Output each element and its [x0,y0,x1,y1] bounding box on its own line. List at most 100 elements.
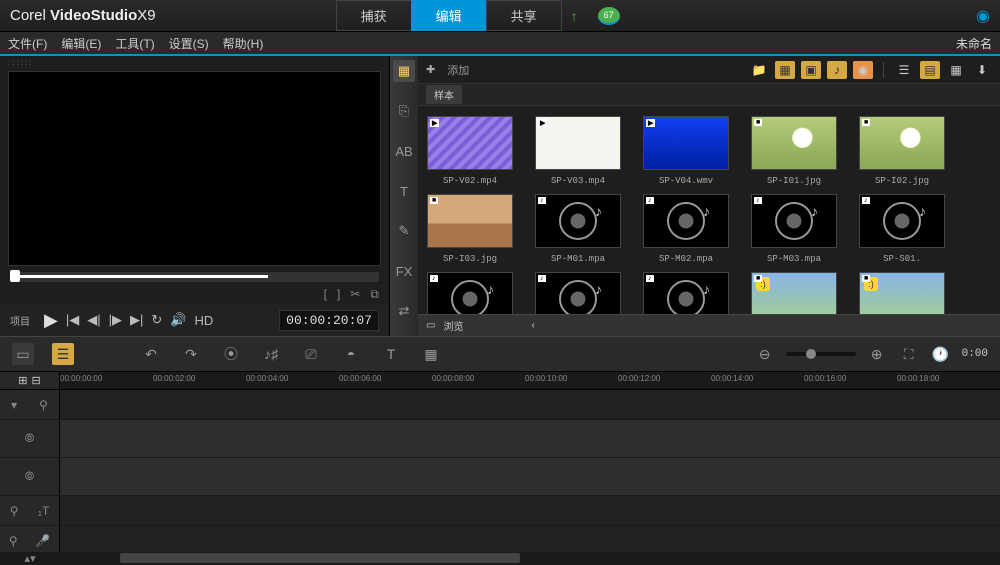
vtab-swap[interactable]: ⇄ [393,300,415,322]
upload-icon[interactable]: ↑ [571,8,578,24]
vtab-fx[interactable]: FX [393,260,415,282]
fit-icon[interactable]: ⛶ [898,343,920,365]
title-bar: Corel VideoStudioX9 捕获 编辑 共享 ↑ 67 ◉ [0,0,1000,32]
record-icon[interactable]: ⦿ [220,343,242,365]
overlay-track[interactable]: ⦾ [0,458,1000,496]
play-icon[interactable]: ▶ [44,310,58,331]
library-item[interactable]: ♪ [642,272,730,314]
snapshot-icon[interactable]: ⧉ [370,287,379,302]
menu-tools[interactable]: 工具(T) [115,35,154,52]
preview-timecode[interactable]: 00:00:20:07 [279,310,379,331]
zoom-slider[interactable] [786,352,856,356]
tab-edit[interactable]: 编辑 [411,0,487,31]
library-item[interactable]: ■SP-I03.jpg [426,194,514,264]
collapse-tracks-icon[interactable]: ▴▾ [0,552,60,564]
thumbnail: ♪ [427,272,513,314]
end-icon[interactable]: ▶| [130,312,143,328]
library-item[interactable]: ♪SP-S01. [858,194,946,264]
vtab-ab[interactable]: AB [393,140,415,162]
library-item[interactable]: ■ [750,272,838,314]
add-label[interactable]: 添加 [447,62,469,78]
browse-label[interactable]: 浏览 [443,318,463,333]
ruler-mode1-icon[interactable]: ⊞ [18,374,27,387]
ruler-mode2-icon[interactable]: ⊟ [32,374,41,387]
zoom-in-icon[interactable]: ⊕ [866,343,888,365]
zoom-out-icon[interactable]: ⊖ [754,343,776,365]
preview-video[interactable] [8,71,381,266]
preview-scrubber[interactable] [10,272,379,282]
voice-track[interactable]: ⚲🎤 [0,526,1000,552]
subtitle-icon[interactable]: T [380,343,402,365]
hd-label[interactable]: HD [194,313,213,328]
globe-icon[interactable]: ◉ [976,6,990,26]
preview-mode-label[interactable]: 项目 [10,313,30,328]
vtab-instant[interactable]: ⎘ [393,100,415,122]
audio-mixer-icon[interactable]: ♪♯ [260,343,282,365]
auto-music-icon[interactable]: ⎚ [300,343,322,365]
video-track[interactable]: ⦾ [0,420,1000,458]
media-type-tag: ■ [862,119,870,126]
storyboard-view-icon[interactable]: ▭ [12,343,34,365]
filter-disc-icon[interactable]: ◉ [853,61,873,79]
mark-in-icon[interactable]: [ [324,287,327,301]
library-item[interactable]: ♪SP-M01.mpa [534,194,622,264]
mark-out-icon[interactable]: ] [337,287,340,301]
sort-icon[interactable]: ☰ [894,61,914,79]
library-item[interactable]: ♪SP-M02.mpa [642,194,730,264]
library-item[interactable]: ▶SP-V02.mp4 [426,116,514,186]
library-item[interactable]: ▶SP-V04.wmv [642,116,730,186]
volume-icon[interactable]: 🔊 [170,312,186,328]
undo-icon[interactable]: ↶ [140,343,162,365]
collapse-icon[interactable]: ‹ [531,320,534,331]
library-item[interactable]: ♪ [426,272,514,314]
library-item[interactable]: ♪ [534,272,622,314]
library-item[interactable]: ♪SP-M03.mpa [750,194,838,264]
menu-file[interactable]: 文件(F) [8,35,47,52]
filter-image-icon[interactable]: ▣ [801,61,821,79]
thumbnail: ▶ [643,116,729,170]
folder-icon[interactable]: 📁 [749,61,769,79]
options-icon[interactable]: ▭ [426,320,435,331]
track-expand[interactable]: ▾⚲ [0,390,1000,420]
library-item[interactable]: ■ [858,272,946,314]
media-type-tag: ■ [862,275,870,282]
expand-tracks-icon[interactable]: ▾ [11,398,17,412]
filter-video-icon[interactable]: ▦ [775,61,795,79]
home-icon[interactable]: |◀ [66,312,79,328]
preview-grip[interactable]: :::::: [0,56,389,69]
cut-icon[interactable]: ✂ [350,287,360,301]
vtab-media[interactable]: ▦ [393,60,415,82]
ruler-tick: 00:00:02:00 [153,374,195,383]
vtab-path[interactable]: ✎ [393,220,415,242]
repeat-icon[interactable]: ↻ [151,312,162,328]
timeline-view-icon[interactable]: ☰ [52,343,74,365]
menu-help[interactable]: 帮助(H) [223,35,264,52]
library-item[interactable]: ■SP-I01.jpg [750,116,838,186]
library-item[interactable]: ■SP-I02.jpg [858,116,946,186]
vtab-title[interactable]: T [393,180,415,202]
tab-share[interactable]: 共享 [486,0,562,31]
library-item[interactable]: ▶SP-V03.mp4 [534,116,622,186]
menu-edit[interactable]: 编辑(E) [61,35,101,52]
track-motion-icon[interactable]: ◓ [340,343,362,365]
redo-icon[interactable]: ↷ [180,343,202,365]
next-frame-icon[interactable]: |▶ [109,312,122,328]
ruler-gutter[interactable]: ⊞ ⊟ [0,372,60,389]
tab-capture[interactable]: 捕获 [336,0,412,31]
prev-frame-icon[interactable]: ◀| [87,312,100,328]
menu-settings[interactable]: 设置(S) [169,35,209,52]
import-icon[interactable]: ⬇ [972,61,992,79]
view-thumb-icon[interactable]: ▦ [946,61,966,79]
multi-trim-icon[interactable]: ▦ [420,343,442,365]
view-list-icon[interactable]: ▤ [920,61,940,79]
add-icon[interactable]: ✚ [426,63,435,76]
title-track[interactable]: ⚲₁T [0,496,1000,526]
timeline-scrollbar[interactable]: ▴▾ [0,552,1000,564]
filter-audio-icon[interactable]: ♪ [827,61,847,79]
thumbnail: ♪ [535,272,621,314]
clock-icon[interactable]: 🕐 [930,343,952,365]
media-type-tag: ♪ [862,197,870,204]
timeline-ruler[interactable]: ⊞ ⊟ 00:00:00:0000:00:02:0000:00:04:0000:… [0,372,1000,390]
notification-badge[interactable]: 67 [598,7,620,25]
library-folder[interactable]: 样本 [426,85,462,104]
